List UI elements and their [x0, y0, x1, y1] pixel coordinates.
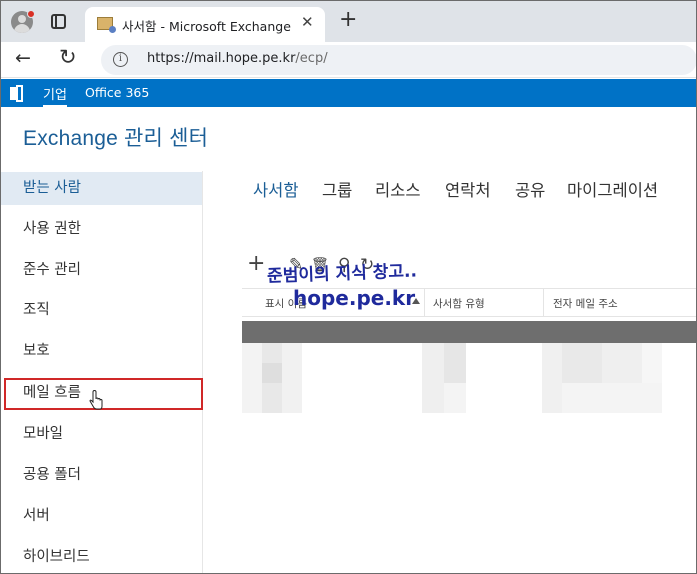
page-title: Exchange 관리 센터: [23, 127, 209, 150]
exchange-favicon-icon: [97, 17, 116, 33]
tab-migration[interactable]: 마이그레이션: [567, 177, 658, 201]
notification-dot-icon: [27, 10, 35, 18]
column-divider: [424, 289, 425, 317]
mail-flow-highlight-box: [4, 378, 203, 410]
column-email-address[interactable]: 전자 메일 주소: [553, 296, 618, 311]
enterprise-link[interactable]: 기업: [43, 84, 67, 107]
tab-contacts[interactable]: 연락처: [445, 177, 491, 201]
hand-cursor-icon: [89, 390, 103, 410]
tab-title: 사서함 - Microsoft Exchange: [122, 19, 291, 34]
nav-item-permissions[interactable]: 사용 권한: [1, 213, 202, 246]
back-icon[interactable]: ←: [15, 47, 31, 69]
office-logo-icon[interactable]: [10, 85, 24, 102]
nav-item-servers[interactable]: 서버: [1, 500, 202, 533]
new-tab-icon[interactable]: +: [339, 9, 357, 31]
table-row-selected[interactable]: [242, 321, 696, 343]
tab-groups[interactable]: 그룹: [322, 177, 352, 201]
tab-mailboxes[interactable]: 사서함: [253, 177, 299, 201]
nav-item-public-folders[interactable]: 공용 폴더: [1, 459, 202, 492]
nav-item-organization[interactable]: 조직: [1, 294, 202, 327]
column-mailbox-type[interactable]: 사서함 유형: [433, 296, 485, 311]
url-path: /ecp/: [295, 51, 328, 66]
nav-item-compliance[interactable]: 준수 관리: [1, 254, 202, 287]
nav-item-mobile[interactable]: 모바일: [1, 418, 202, 451]
nav-item-recipients[interactable]: 받는 사람: [1, 172, 202, 205]
left-navigation: 받는 사람 사용 권한 준수 관리 조직 보호 메일 흐름 모바일 공용 폴더 …: [1, 171, 203, 573]
url-text[interactable]: https://mail.hope.pe.kr/ecp/: [147, 51, 328, 66]
tab-strip: 사서함 - Microsoft Exchange ✕ +: [1, 1, 696, 42]
column-divider: [543, 289, 544, 317]
office-top-bar: 기업 Office 365: [1, 79, 696, 107]
add-icon[interactable]: +: [247, 251, 265, 276]
site-info-icon[interactable]: i: [113, 52, 128, 67]
nav-item-hybrid[interactable]: 하이브리드: [1, 541, 202, 573]
tab-actions-icon[interactable]: [51, 14, 66, 29]
url-host: https://mail.hope.pe.kr: [147, 51, 296, 66]
nav-item-protection[interactable]: 보호: [1, 335, 202, 368]
reload-icon[interactable]: ↻: [59, 45, 77, 69]
browser-tab[interactable]: 사서함 - Microsoft Exchange ✕: [85, 7, 325, 42]
tab-resources[interactable]: 리소스: [375, 177, 421, 201]
tab-shared[interactable]: 공유: [515, 177, 545, 201]
address-bar[interactable]: i https://mail.hope.pe.kr/ecp/: [101, 45, 696, 75]
address-bar-row: ← ↻ i https://mail.hope.pe.kr/ecp/: [1, 42, 696, 78]
browser-window: 사서함 - Microsoft Exchange ✕ + ← ↻ i https…: [0, 0, 697, 574]
office365-link[interactable]: Office 365: [85, 85, 149, 100]
watermark-line-1: 준범이의 지식 창고..: [266, 261, 418, 287]
close-tab-icon[interactable]: ✕: [301, 13, 314, 31]
watermark-line-2: hope.pe.kr: [293, 286, 416, 310]
